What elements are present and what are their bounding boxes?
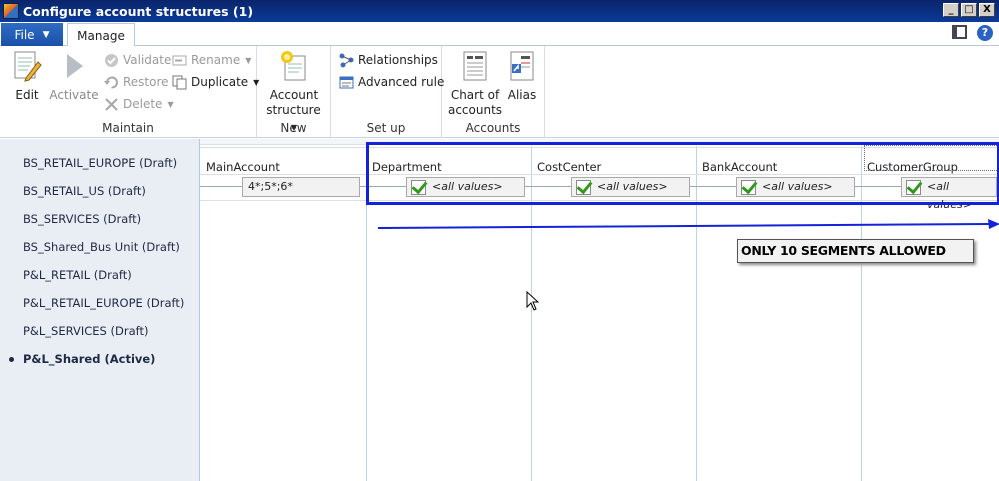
chart-of-accounts-label-line2: accounts <box>447 103 503 117</box>
rename-icon <box>172 53 187 68</box>
chart-of-accounts-button[interactable]: Chart of accounts <box>448 50 502 118</box>
active-bullet-icon <box>9 357 14 362</box>
help-icon[interactable]: ? <box>977 25 993 41</box>
close-button[interactable]: X <box>979 3 995 17</box>
group-label-accounts: Accounts <box>465 121 521 135</box>
rename-button[interactable]: Rename ▼ <box>172 51 251 69</box>
validate-button[interactable]: Validate <box>104 51 171 69</box>
play-icon <box>59 50 89 82</box>
structure-item[interactable]: P&L_SERVICES (Draft) <box>23 324 148 338</box>
restore-icon <box>104 75 119 90</box>
alias-icon <box>507 50 537 82</box>
structure-item[interactable]: P&L_RETAIL_EUROPE (Draft) <box>23 296 184 310</box>
advanced-rule-button[interactable]: Advanced rule <box>339 73 444 91</box>
group-maintain: Edit Activate Validate Restore Delete ▼ … <box>0 46 259 138</box>
structure-item-active[interactable]: P&L_Shared (Active) <box>23 352 155 366</box>
new-document-icon <box>279 50 309 82</box>
activate-button[interactable]: Activate <box>49 50 99 103</box>
chevron-down-icon: ▼ <box>167 99 174 109</box>
account-structure-label-line1: Account <box>269 88 319 102</box>
maximize-button[interactable]: □ <box>961 3 977 17</box>
structure-item[interactable]: BS_RETAIL_EUROPE (Draft) <box>23 156 177 170</box>
account-structure-label-line2-text: structure <box>266 103 321 117</box>
file-tab[interactable]: File ▼ <box>1 23 63 46</box>
edit-label: Edit <box>15 88 39 102</box>
window-title: Configure account structures (1) <box>23 3 254 19</box>
ribbon: Edit Activate Validate Restore Delete ▼ … <box>0 46 999 138</box>
chevron-down-icon: ▼ <box>245 55 252 65</box>
ribbon-tab-row: File ▼ Manage ? <box>0 22 999 47</box>
alias-button[interactable]: Alias <box>506 50 538 103</box>
chevron-down-icon: ▼ <box>42 29 50 40</box>
duplicate-button[interactable]: Duplicate ▼ <box>172 73 259 91</box>
activate-label: Activate <box>49 88 99 102</box>
duplicate-icon <box>172 75 187 90</box>
relationships-button[interactable]: Relationships <box>339 51 438 69</box>
annotation-label: ONLY 10 SEGMENTS ALLOWED <box>737 239 974 263</box>
delete-button[interactable]: Delete ▼ <box>104 95 174 113</box>
check-circle-icon <box>104 53 119 68</box>
mouse-cursor-icon <box>526 291 540 311</box>
advanced-rule-label: Advanced rule <box>358 75 445 89</box>
restore-label: Restore <box>123 75 169 89</box>
duplicate-label: Duplicate <box>191 75 249 89</box>
group-label-setup: Set up <box>366 121 406 135</box>
delete-label: Delete <box>123 97 163 111</box>
edit-button[interactable]: Edit <box>10 50 44 103</box>
rename-label: Rename <box>191 53 241 67</box>
group-new: Account structure ▼ New <box>257 46 331 138</box>
alias-label: Alias <box>507 88 537 102</box>
structure-item[interactable]: BS_SERVICES (Draft) <box>23 212 141 226</box>
chart-of-accounts-icon <box>460 50 490 82</box>
group-setup: Relationships Advanced rule Set up <box>331 46 444 138</box>
column-header-mainaccount[interactable]: MainAccount <box>200 147 366 174</box>
structure-list: BS_RETAIL_EUROPE (Draft) BS_RETAIL_US (D… <box>0 139 199 481</box>
layout-icon[interactable] <box>952 25 967 39</box>
restore-button[interactable]: Restore <box>104 73 169 91</box>
tab-manage[interactable]: Manage <box>67 23 135 47</box>
advanced-rule-icon <box>339 75 354 90</box>
segments-highlight-box <box>366 142 999 205</box>
segment-grid: MainAccount Department CostCenter BankAc… <box>199 139 999 481</box>
structure-item[interactable]: BS_Shared_Bus Unit (Draft) <box>23 240 180 254</box>
delete-icon <box>104 97 119 112</box>
app-icon <box>3 3 19 19</box>
chart-of-accounts-label-line1: Chart of <box>450 88 500 102</box>
relationships-icon <box>339 53 354 68</box>
validate-label: Validate <box>123 53 172 67</box>
file-tab-label: File <box>14 27 35 42</box>
minimize-button[interactable]: _ <box>943 3 959 17</box>
annotation-arrow-icon <box>378 219 999 229</box>
connector-line <box>200 186 242 187</box>
mainaccount-criteria-cell[interactable]: 4*;5*;6* <box>242 177 360 197</box>
structure-item[interactable]: BS_RETAIL_US (Draft) <box>23 184 146 198</box>
edit-icon <box>12 50 42 82</box>
group-label-maintain: Maintain <box>102 121 154 135</box>
title-bar: Configure account structures (1) _ □ X <box>0 0 999 22</box>
group-label-new: New <box>280 121 307 135</box>
structure-item[interactable]: P&L_RETAIL (Draft) <box>23 268 132 282</box>
group-accounts: Chart of accounts Alias Accounts <box>442 46 545 138</box>
relationships-label: Relationships <box>358 53 438 67</box>
